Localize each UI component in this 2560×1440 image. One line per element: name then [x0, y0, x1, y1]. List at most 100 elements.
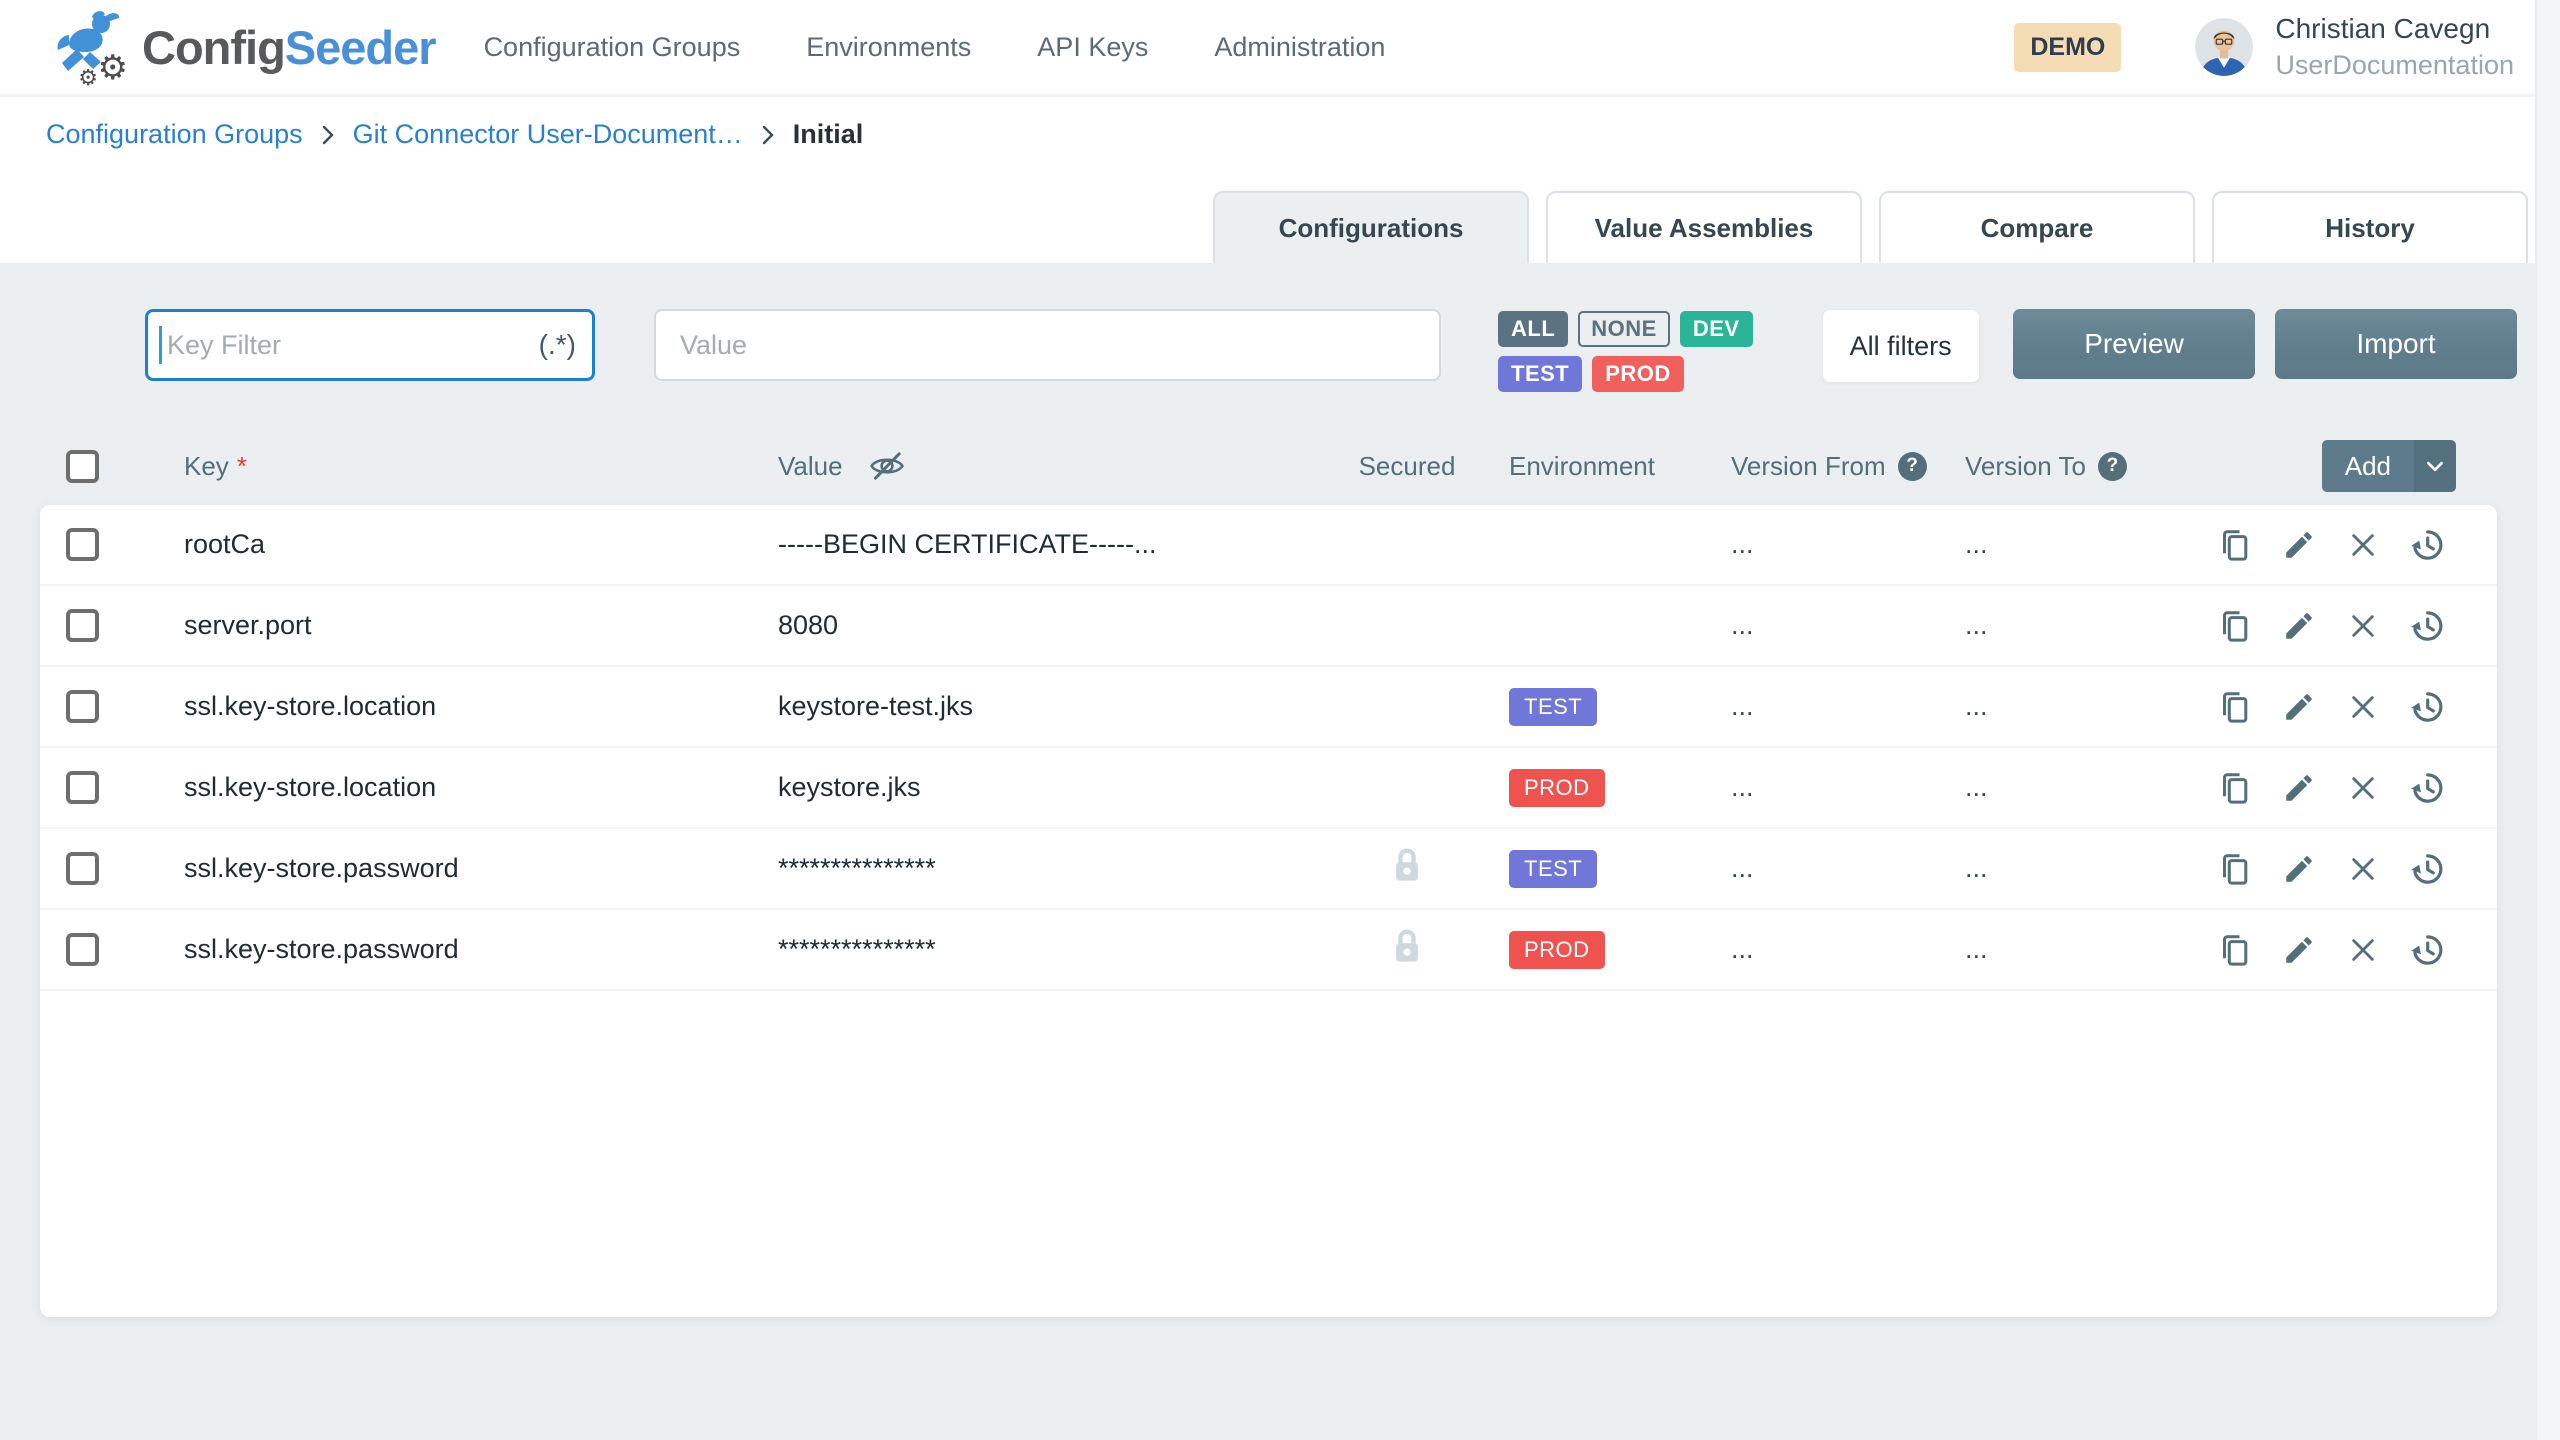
- row-version-from-cell: ...: [1731, 610, 1965, 641]
- help-icon[interactable]: ?: [1898, 452, 1927, 481]
- nav-item-api-keys[interactable]: API Keys: [1037, 32, 1148, 63]
- configseeder-logo-icon: ⚙ ⚙: [50, 7, 130, 87]
- edit-pencil-icon[interactable]: [2281, 851, 2317, 887]
- required-asterisk: *: [237, 451, 247, 482]
- user-organization: UserDocumentation: [2275, 48, 2514, 83]
- row-checkbox[interactable]: [66, 933, 99, 966]
- config-value: -----BEGIN CERTIFICATE-----...: [778, 529, 1156, 560]
- chevron-right-icon: [321, 123, 335, 147]
- row-checkbox[interactable]: [66, 852, 99, 885]
- edit-pencil-icon[interactable]: [2281, 608, 2317, 644]
- history-icon[interactable]: [2409, 851, 2445, 887]
- import-button[interactable]: Import: [2275, 309, 2517, 379]
- column-header-version-from: Version From ?: [1731, 451, 1965, 482]
- tab-configurations[interactable]: Configurations: [1213, 191, 1529, 263]
- brand-logo[interactable]: ⚙ ⚙ ConfigSeeder: [50, 7, 436, 87]
- table-row: ssl.key-store.password *************** P…: [40, 910, 2497, 991]
- chip-test[interactable]: TEST: [1498, 356, 1582, 392]
- config-value: ***************: [778, 853, 936, 884]
- row-environment-cell: PROD: [1459, 931, 1731, 969]
- edit-pencil-icon[interactable]: [2281, 527, 2317, 563]
- history-icon[interactable]: [2409, 932, 2445, 968]
- edit-pencil-icon[interactable]: [2281, 932, 2317, 968]
- main-content: (.*) ALL NONE DEV TEST PROD All filters …: [0, 263, 2560, 1317]
- preview-button[interactable]: Preview: [2013, 309, 2255, 379]
- row-key-cell: rootCa: [184, 529, 778, 560]
- delete-x-icon[interactable]: [2345, 851, 2381, 887]
- add-button[interactable]: Add: [2322, 440, 2414, 492]
- history-icon[interactable]: [2409, 770, 2445, 806]
- row-value-cell: 8080: [778, 610, 1355, 641]
- chip-row-top: ALL NONE DEV: [1498, 311, 1753, 347]
- delete-x-icon[interactable]: [2345, 932, 2381, 968]
- row-value-cell: ***************: [778, 853, 1355, 884]
- help-icon[interactable]: ?: [2098, 452, 2127, 481]
- row-checkbox[interactable]: [66, 609, 99, 642]
- user-meta[interactable]: Christian Cavegn UserDocumentation: [2275, 11, 2514, 82]
- row-version-to-cell: ...: [1965, 691, 1988, 722]
- history-icon[interactable]: [2409, 689, 2445, 725]
- nav-item-environments[interactable]: Environments: [806, 32, 971, 63]
- configurations-table: rootCa -----BEGIN CERTIFICATE-----... ..…: [40, 505, 2497, 1317]
- version-from-value: ...: [1731, 529, 1754, 560]
- chevron-right-icon: [761, 123, 775, 147]
- chip-all[interactable]: ALL: [1498, 311, 1568, 347]
- copy-icon[interactable]: [2217, 608, 2253, 644]
- select-all-checkbox[interactable]: [66, 450, 99, 483]
- tab-compare[interactable]: Compare: [1879, 191, 2195, 263]
- chevron-down-icon[interactable]: [2414, 440, 2456, 492]
- delete-x-icon[interactable]: [2345, 770, 2381, 806]
- toggle-value-visibility-icon[interactable]: [869, 448, 905, 484]
- history-icon[interactable]: [2409, 527, 2445, 563]
- copy-icon[interactable]: [2217, 770, 2253, 806]
- filter-toolbar: (.*) ALL NONE DEV TEST PROD All filters …: [145, 309, 2517, 392]
- key-filter-input[interactable]: [145, 309, 595, 381]
- edit-pencil-icon[interactable]: [2281, 689, 2317, 725]
- chip-dev[interactable]: DEV: [1680, 311, 1753, 347]
- copy-icon[interactable]: [2217, 932, 2253, 968]
- version-from-value: ...: [1731, 934, 1754, 965]
- user-avatar[interactable]: [2195, 18, 2253, 76]
- row-secured-cell: [1355, 927, 1459, 972]
- chip-none[interactable]: NONE: [1578, 311, 1670, 347]
- key-header-label: Key: [184, 451, 229, 482]
- table-row: rootCa -----BEGIN CERTIFICATE-----... ..…: [40, 505, 2497, 586]
- row-environment-cell: TEST: [1459, 850, 1731, 888]
- row-checkbox[interactable]: [66, 690, 99, 723]
- tab-value-assemblies[interactable]: Value Assemblies: [1546, 191, 1862, 263]
- row-version-from-cell: ...: [1731, 772, 1965, 803]
- chip-prod[interactable]: PROD: [1592, 356, 1684, 392]
- gear-icon: ⚙: [98, 51, 128, 85]
- nav-item-administration[interactable]: Administration: [1214, 32, 1385, 63]
- value-filter-input[interactable]: [654, 309, 1441, 381]
- delete-x-icon[interactable]: [2345, 608, 2381, 644]
- delete-x-icon[interactable]: [2345, 527, 2381, 563]
- breadcrumb-configuration-group[interactable]: Git Connector User-Document…: [353, 119, 743, 150]
- edit-pencil-icon[interactable]: [2281, 770, 2317, 806]
- copy-icon[interactable]: [2217, 851, 2253, 887]
- add-split-button[interactable]: Add: [2322, 440, 2456, 492]
- row-actions: [2217, 608, 2497, 644]
- scrollbar[interactable]: [2535, 0, 2560, 1440]
- row-select-cell: [66, 771, 99, 804]
- copy-icon[interactable]: [2217, 689, 2253, 725]
- row-value-cell: keystore-test.jks: [778, 691, 1355, 722]
- tab-history[interactable]: History: [2212, 191, 2528, 263]
- history-icon[interactable]: [2409, 608, 2445, 644]
- row-checkbox[interactable]: [66, 771, 99, 804]
- config-key: ssl.key-store.location: [184, 772, 436, 803]
- nav-item-configuration-groups[interactable]: Configuration Groups: [484, 32, 741, 63]
- breadcrumb-configuration-groups[interactable]: Configuration Groups: [46, 119, 303, 150]
- column-header-version-to: Version To ?: [1965, 451, 2127, 482]
- value-filter-wrapper: [654, 309, 1441, 381]
- row-select-cell: [66, 609, 99, 642]
- row-checkbox[interactable]: [66, 528, 99, 561]
- config-value: keystore.jks: [778, 772, 921, 803]
- copy-icon[interactable]: [2217, 527, 2253, 563]
- delete-x-icon[interactable]: [2345, 689, 2381, 725]
- version-from-value: ...: [1731, 853, 1754, 884]
- all-filters-button[interactable]: All filters: [1822, 309, 1980, 383]
- select-all-cell: [66, 450, 99, 483]
- row-version-to-cell: ...: [1965, 772, 1988, 803]
- row-secured-cell: [1355, 684, 1459, 729]
